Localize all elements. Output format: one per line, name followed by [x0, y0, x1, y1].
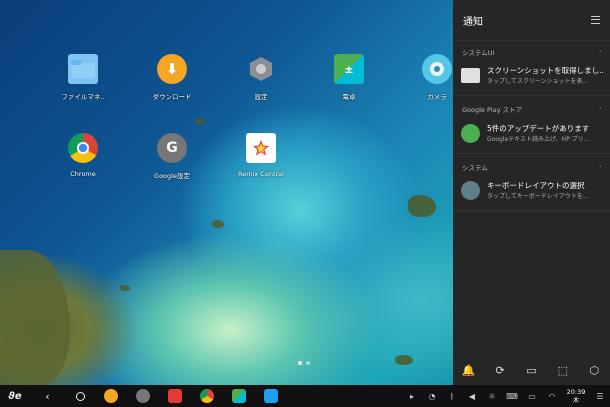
section-header-play-store: Google Play ストア › — [462, 104, 602, 114]
chrome-icon — [200, 389, 214, 403]
system-tray: ▸ ◔ ᛒ ◀ ☼ ⌨ ▭ ◠ 20:39 木 ☰ — [402, 385, 610, 407]
notification-header: 通知 — [453, 0, 610, 40]
notification-play-updates[interactable]: 5件のアップデートがあります Googleテキスト読み上げ、HP プリ... — [461, 123, 604, 145]
desktop-icon-settings[interactable]: 設定 — [229, 54, 293, 101]
battery-icon: ▭ — [528, 391, 536, 401]
brightness-icon[interactable]: ☼ — [482, 392, 502, 401]
remix-central-icon — [246, 133, 276, 163]
desktop-icon-chrome[interactable]: Chrome — [51, 133, 115, 178]
island — [212, 220, 224, 228]
taskbar-app-chrome[interactable] — [191, 385, 223, 407]
divider — [453, 95, 610, 96]
calculator-icon: ± — [334, 54, 364, 84]
desktop-icon-calculator[interactable]: ± 電卓 — [317, 54, 381, 101]
desktop-icon-label: Google設定 — [154, 172, 190, 180]
page-dot — [298, 361, 302, 365]
notifications-toggle-icon[interactable]: ☰ — [590, 392, 610, 401]
keyboard-icon — [461, 181, 480, 200]
desktop-icon-label: Remix Central — [238, 170, 284, 178]
island — [408, 195, 436, 217]
google-settings-icon: G — [157, 133, 187, 163]
clear-all-icon[interactable] — [591, 16, 600, 24]
download-icon — [104, 389, 118, 403]
desktop-icon-downloads[interactable]: ⬇ ダウンロード — [140, 54, 204, 101]
desktop-icon-label: 電卓 — [342, 93, 356, 101]
notification-item-title: キーボードレイアウトの選択 — [487, 181, 585, 190]
youtube-icon — [168, 389, 182, 403]
desktop-icon-label: ダウンロード — [152, 93, 192, 101]
chrome-icon — [68, 133, 98, 163]
clock-time: 20:39 — [566, 388, 586, 396]
wifi-icon[interactable]: ◠ — [542, 392, 562, 401]
taskbar: ϑe ‹ ▸ ◔ ᛒ ◀ ☼ ⌨ ▭ ◠ 20:39 木 ☰ — [0, 385, 610, 407]
volume-icon[interactable]: ◀ — [462, 392, 482, 401]
bell-icon[interactable]: 🔔 — [462, 363, 476, 377]
calculator-icon — [232, 389, 246, 403]
google-settings-icon — [136, 389, 150, 403]
start-button[interactable]: ϑe — [0, 385, 30, 407]
play-store-update-icon — [461, 124, 480, 143]
taskbar-app-download[interactable] — [95, 385, 127, 407]
keyboard-icon[interactable]: ⌨ — [502, 392, 522, 401]
clock-day: 木 — [572, 396, 580, 404]
home-button[interactable] — [65, 385, 95, 407]
screenshot-thumb-icon — [461, 68, 480, 83]
quick-settings-bar: 🔔 ⟳ ▭ ⬚ ⬡ — [453, 355, 610, 385]
divider — [453, 40, 610, 41]
taskbar-app-calculator[interactable] — [223, 385, 255, 407]
camera-icon — [422, 54, 452, 84]
back-button[interactable]: ‹ — [30, 385, 65, 407]
clock[interactable]: 20:39 木 — [562, 388, 590, 404]
notification-item-subtitle: Googleテキスト読み上げ、HP プリ... — [487, 136, 590, 143]
bluetooth-icon[interactable]: ᛒ — [442, 392, 462, 401]
desktop-icon-google-settings[interactable]: G Google設定 — [140, 133, 204, 180]
desktop-icon-label: ファイルマネ.. — [61, 93, 105, 101]
chevron-right-icon: › — [599, 104, 602, 112]
desktop-icon-remix-central[interactable]: Remix Central — [229, 133, 293, 178]
notification-item-subtitle: タップしてキーボードレイアウトを... — [487, 193, 589, 200]
page-dot — [306, 361, 310, 365]
divider — [453, 210, 610, 211]
notification-keyboard-layout[interactable]: キーボードレイアウトの選択 タップしてキーボードレイアウトを... — [461, 180, 604, 202]
taskbar-app-google-settings[interactable] — [127, 385, 159, 407]
notification-title: 通知 — [463, 16, 483, 28]
screen-cast-icon[interactable]: ▭ — [524, 363, 538, 377]
section-header-systemui: システムUI › — [462, 47, 602, 57]
section-header-system: システム › — [462, 162, 602, 172]
island — [195, 118, 205, 124]
jide-logo-icon: ϑe — [8, 390, 22, 402]
speed-gauge-icon[interactable]: ◔ — [422, 392, 442, 401]
taskbar-app-twitter[interactable] — [255, 385, 287, 407]
divider — [453, 153, 610, 154]
chevron-right-icon: › — [599, 162, 602, 170]
chevron-right-icon: › — [599, 47, 602, 55]
desktop-icon-label: Chrome — [70, 170, 96, 178]
download-icon: ⬇ — [157, 54, 187, 84]
settings-hex-icon — [246, 54, 276, 84]
notification-panel: 通知 システムUI › スクリーンショットを取得しまし... タップしてスクリーン… — [453, 0, 610, 385]
island — [395, 355, 413, 365]
desktop-icon-label: 設定 — [254, 93, 268, 101]
island — [120, 285, 130, 291]
twitter-icon — [264, 389, 278, 403]
notification-item-title: 5件のアップデートがあります — [487, 124, 590, 133]
settings-hex-icon[interactable]: ⬡ — [587, 363, 601, 377]
notification-item-subtitle: タップしてスクリーンショットを表... — [487, 78, 589, 85]
desktop-icon-file-manager[interactable]: ファイルマネ.. — [51, 54, 115, 101]
land-mass — [0, 250, 70, 385]
taskbar-app-youtube[interactable] — [159, 385, 191, 407]
folder-icon — [68, 54, 98, 84]
tray-arrow-icon[interactable]: ▸ — [402, 392, 422, 401]
back-arrow-icon: ‹ — [45, 389, 50, 403]
notification-screenshot[interactable]: スクリーンショットを取得しまし... タップしてスクリーンショットを表... — [461, 65, 604, 87]
screenshot-icon[interactable]: ⬚ — [556, 363, 570, 377]
rotate-icon[interactable]: ⟳ — [493, 363, 507, 377]
home-circle-icon — [75, 391, 85, 401]
page-indicator — [298, 361, 310, 365]
notification-item-title: スクリーンショットを取得しまし... — [487, 66, 604, 75]
